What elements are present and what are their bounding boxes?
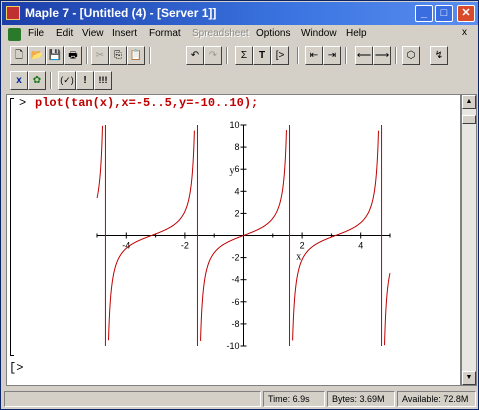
- y-tick-label: 8: [234, 142, 239, 152]
- status-available: Available: 72.8M: [397, 391, 476, 407]
- toolbar-separator: [86, 47, 88, 64]
- paste-icon[interactable]: 📋: [127, 46, 145, 65]
- y-tick-label: -6: [231, 297, 239, 307]
- y-tick-label: -2: [231, 253, 239, 263]
- menu-bar: File Edit View Insert Format Spreadsheet…: [2, 25, 478, 44]
- main-toolbar: 🗋 📂 💾 🖶 ✂ ⎘ 📋 ↶ ↷ Σ T [> ⇤ ⇥ ⟵ ⟶ ⬡ ↯: [5, 46, 475, 68]
- title-bar[interactable]: Maple 7 - [Untitled (4) - [Server 1]] _ …: [2, 2, 478, 25]
- toolbar-separator: [395, 47, 397, 64]
- menu-help[interactable]: Help: [346, 28, 367, 39]
- y-tick-label: 6: [234, 164, 239, 174]
- cut-icon[interactable]: ✂: [91, 46, 109, 65]
- sigma-icon[interactable]: Σ: [235, 46, 253, 65]
- toolbar-separator: [149, 47, 151, 64]
- copy-icon[interactable]: ⎘: [109, 46, 127, 65]
- y-tick-label: 4: [234, 186, 239, 196]
- outdent-icon[interactable]: ⇤: [305, 46, 323, 65]
- y-axis-label: y: [230, 166, 235, 177]
- back-icon[interactable]: ⟵: [355, 46, 373, 65]
- window-title: Maple 7 - [Untitled (4) - [Server 1]]: [25, 6, 217, 20]
- x-tick-label: -2: [181, 241, 189, 251]
- maple-window: Maple 7 - [Untitled (4) - [Server 1]] _ …: [0, 0, 479, 410]
- redo-icon[interactable]: ↷: [204, 46, 222, 65]
- close-button[interactable]: ✕: [457, 5, 475, 22]
- minimize-button[interactable]: _: [415, 5, 433, 22]
- menu-insert[interactable]: Insert: [112, 28, 137, 39]
- tan-plot[interactable]: -4 -2 2 4-10-8-6-4-2246810xy: [7, 95, 460, 385]
- y-tick-label: 10: [229, 120, 239, 130]
- toolbar-separator: [297, 47, 299, 64]
- status-time: Time: 6.9s: [263, 391, 325, 407]
- menu-options[interactable]: Options: [256, 28, 290, 39]
- status-bytes: Bytes: 3.69M: [327, 391, 395, 407]
- vertical-scrollbar[interactable]: ▲ ▼: [461, 94, 477, 386]
- menu-file[interactable]: File: [28, 28, 44, 39]
- y-tick-label: -8: [231, 319, 239, 329]
- math-input-icon[interactable]: x: [10, 71, 28, 90]
- context-toolbar: x ✿ (✓) ! !!!: [5, 71, 115, 93]
- maximize-button[interactable]: □: [435, 5, 453, 22]
- save-icon[interactable]: 💾: [46, 46, 64, 65]
- toolbar-separator: [345, 47, 347, 64]
- empty-input-prompt[interactable]: [>: [9, 361, 23, 375]
- x-axis-label: x: [296, 252, 301, 263]
- open-folder-icon[interactable]: 📂: [28, 46, 46, 65]
- stop-icon[interactable]: ⬡: [402, 46, 420, 65]
- execute-selection-icon[interactable]: !: [76, 71, 94, 90]
- close-document-button[interactable]: x: [462, 27, 467, 38]
- undo-icon[interactable]: ↶: [186, 46, 204, 65]
- maple-leaf-icon[interactable]: ✿: [28, 71, 46, 90]
- tan-branch: [96, 125, 103, 199]
- document-icon[interactable]: [8, 28, 21, 41]
- toolbar-separator: [50, 72, 52, 89]
- print-icon[interactable]: 🖶: [64, 46, 82, 65]
- menu-format[interactable]: Format: [149, 28, 181, 39]
- menu-spreadsheet[interactable]: Spreadsheet: [192, 28, 249, 39]
- y-tick-label: -4: [231, 275, 239, 285]
- prompt-icon[interactable]: [>: [271, 46, 289, 65]
- new-document-icon[interactable]: 🗋: [10, 46, 28, 65]
- y-tick-label: 2: [234, 208, 239, 218]
- text-icon[interactable]: T: [253, 46, 271, 65]
- indent-icon[interactable]: ⇥: [323, 46, 341, 65]
- menu-edit[interactable]: Edit: [56, 28, 73, 39]
- menu-view[interactable]: View: [82, 28, 104, 39]
- toolbar-separator: [226, 47, 228, 64]
- restart-icon[interactable]: ↯: [430, 46, 448, 65]
- scroll-up-button[interactable]: ▲: [462, 95, 476, 109]
- tan-branch: [384, 272, 391, 346]
- execute-worksheet-icon[interactable]: !!!: [94, 71, 112, 90]
- menu-window[interactable]: Window: [301, 28, 337, 39]
- scroll-thumb[interactable]: [462, 115, 476, 124]
- execute-expression-icon[interactable]: (✓): [58, 71, 76, 90]
- maple-app-icon[interactable]: [6, 6, 20, 20]
- y-tick-label: -10: [226, 341, 239, 351]
- scroll-down-button[interactable]: ▼: [462, 371, 476, 385]
- worksheet[interactable]: > plot(tan(x),x=-5..5,y=-10..10); -4 -2 2 4…: [6, 94, 461, 386]
- x-tick-label: 2: [300, 241, 305, 251]
- forward-icon[interactable]: ⟶: [373, 46, 391, 65]
- status-bar: Time: 6.9s Bytes: 3.69M Available: 72.8M: [2, 389, 478, 409]
- status-message: [4, 391, 261, 407]
- x-tick-label: 4: [358, 241, 363, 251]
